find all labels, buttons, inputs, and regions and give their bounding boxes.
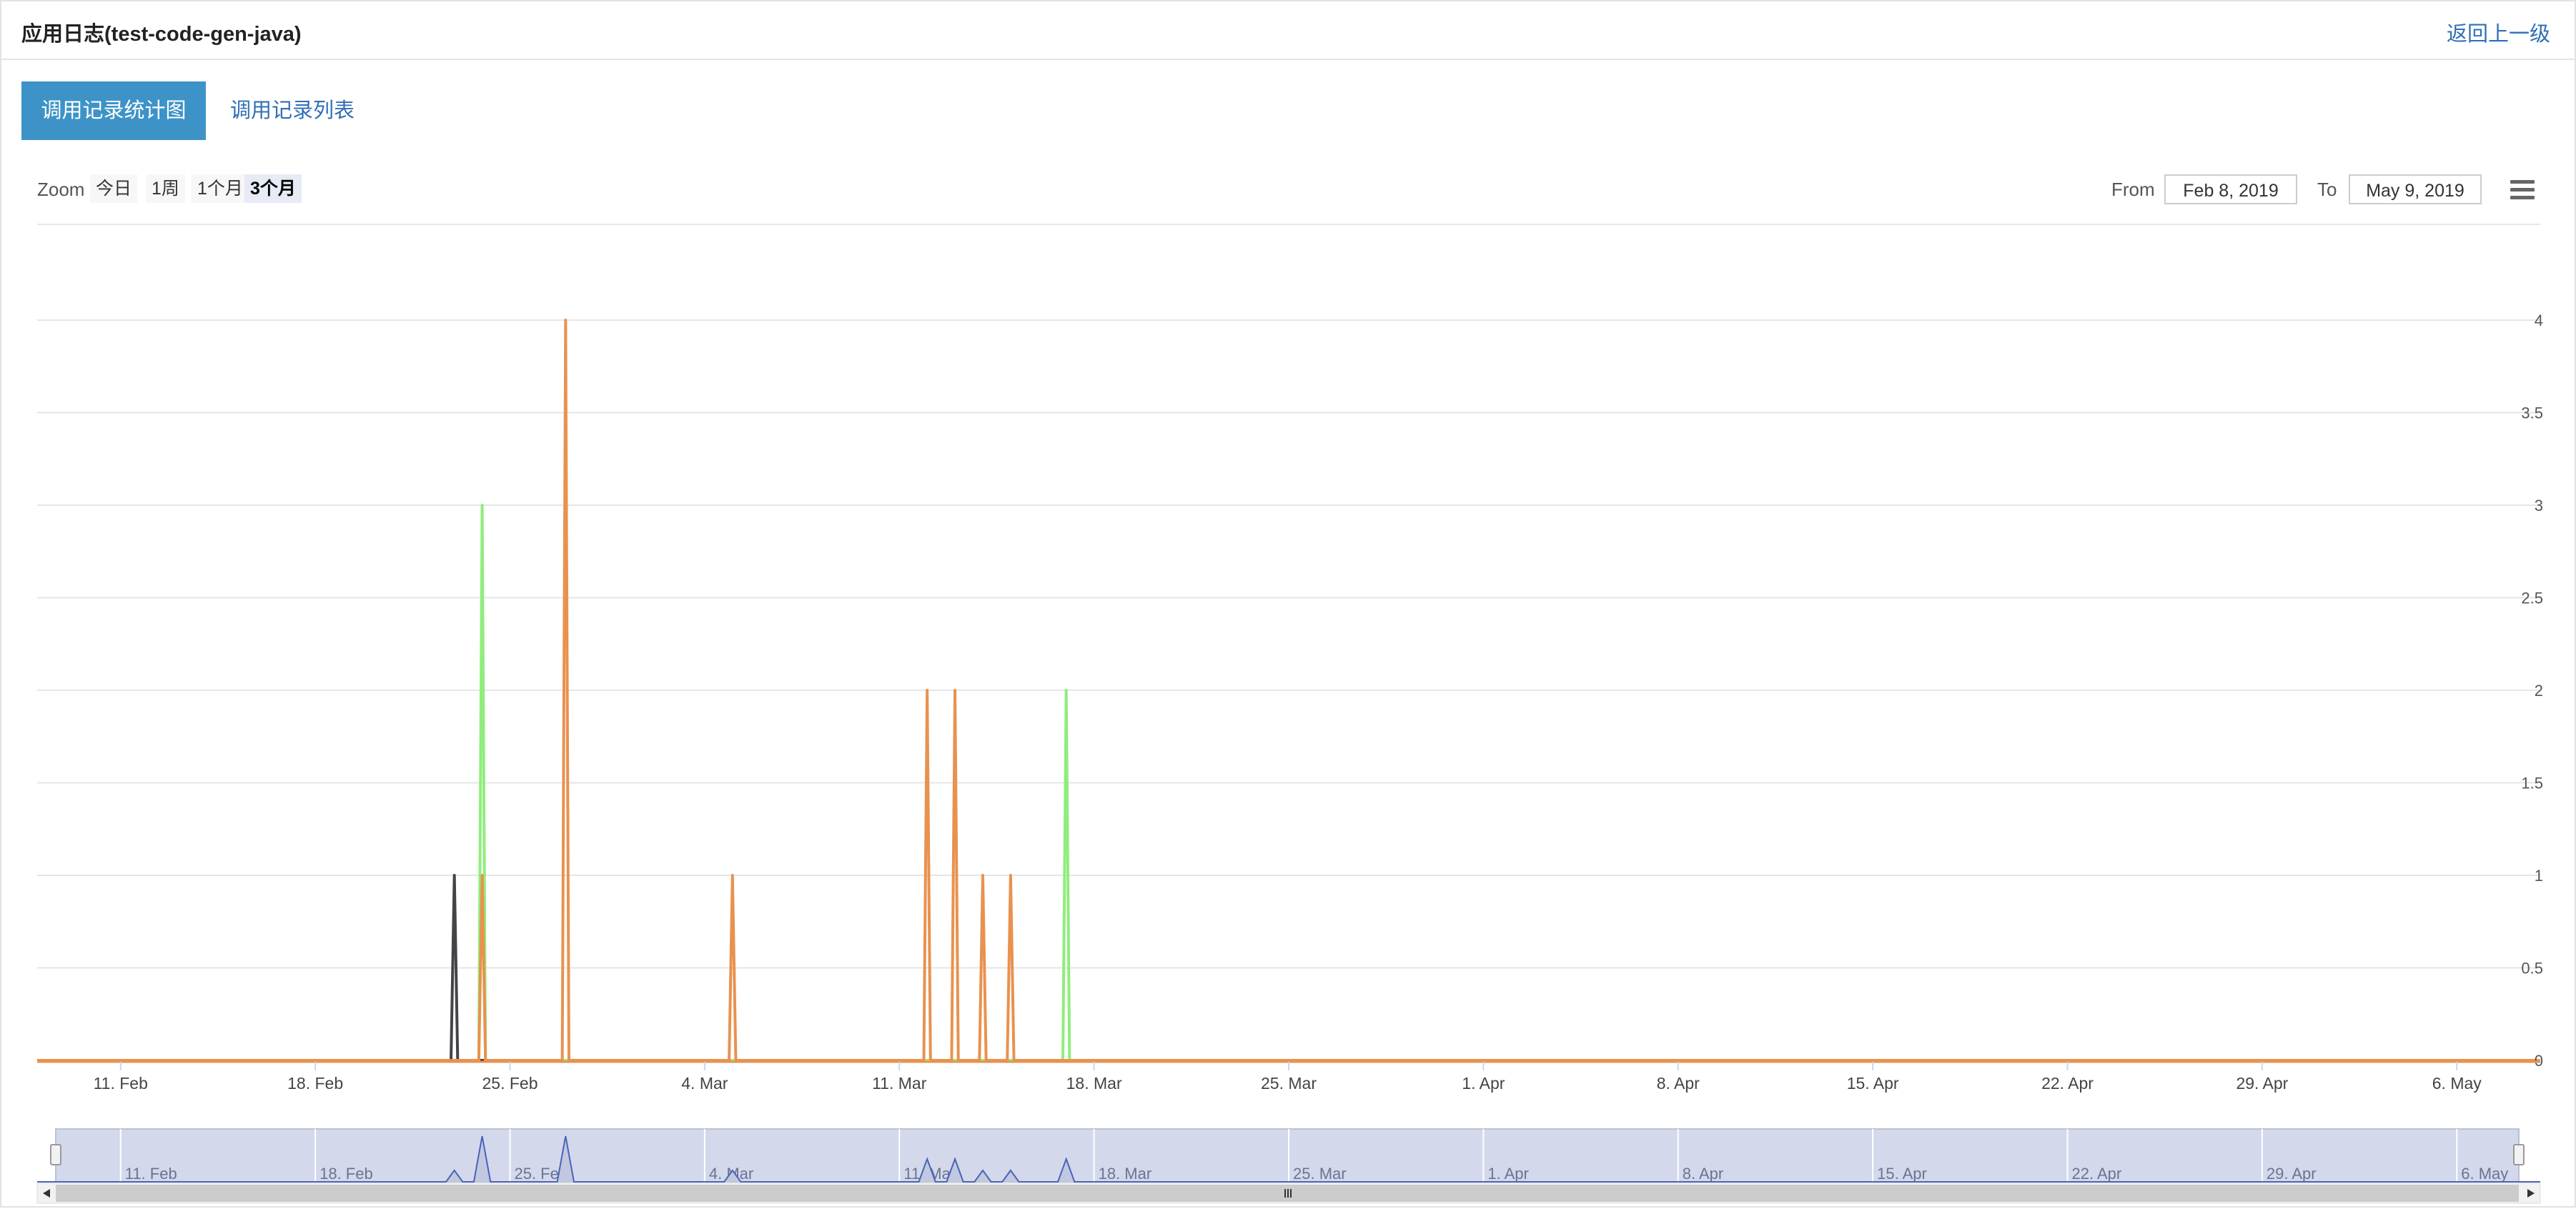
app-log-panel: 应用日志(test-code-gen-java) 返回上一级 调用记录统计图 调… — [0, 0, 2576, 1208]
y-tick-label: 2 — [2535, 682, 2543, 700]
data-point — [481, 875, 483, 876]
call-stats-chart: 00.511.522.533.5411. Feb18. Feb25. Feb4.… — [36, 224, 2543, 1204]
y-tick-label: 1.5 — [2521, 775, 2543, 792]
data-point — [926, 690, 928, 691]
y-tick-label: 0.5 — [2521, 960, 2543, 977]
data-point — [565, 319, 567, 321]
x-tick-label: 18. Mar — [1066, 1074, 1122, 1093]
navigator-tick-label: 6. May — [2461, 1165, 2508, 1183]
data-point — [453, 875, 455, 876]
x-tick-label: 11. Mar — [872, 1074, 927, 1093]
navigator-tick-label: 29. Apr — [2267, 1165, 2317, 1183]
y-tick-label: 1 — [2535, 867, 2543, 885]
x-tick-label: 18. Feb — [287, 1074, 343, 1093]
x-tick-label: 11. Feb — [94, 1074, 148, 1093]
data-point — [731, 875, 733, 876]
x-tick-label: 25. Feb — [482, 1074, 538, 1093]
navigator-tick-label: 8. Apr — [1683, 1165, 1723, 1183]
navigator-tick-label: 1. Apr — [1487, 1165, 1528, 1183]
data-point — [1065, 690, 1067, 691]
x-tick-label: 25. Mar — [1261, 1074, 1317, 1093]
navigator-handle — [2513, 1144, 2525, 1165]
data-point — [1009, 875, 1011, 876]
y-tick-label: 4 — [2535, 312, 2543, 329]
x-tick-label: 29. Apr — [2236, 1074, 2288, 1093]
x-tick-label: 6. May — [2432, 1074, 2482, 1093]
x-tick-label: 22. Apr — [2041, 1074, 2094, 1093]
navigator-tick-label: 18. Feb — [319, 1165, 373, 1183]
x-tick-label: 4. Mar — [681, 1074, 728, 1093]
navigator-tick-label: 11. Feb — [125, 1165, 177, 1183]
y-tick-label: 3.5 — [2521, 404, 2543, 422]
data-point — [981, 875, 984, 876]
navigator-tick-label: 25. Mar — [1293, 1165, 1347, 1183]
x-tick-label: 1. Apr — [1462, 1074, 1505, 1093]
navigator-handle — [50, 1144, 61, 1165]
x-tick-label: 15. Apr — [1847, 1074, 1899, 1093]
y-tick-label: 3 — [2535, 497, 2543, 514]
x-tick-label: 8. Apr — [1657, 1074, 1700, 1093]
navigator-tick-label: 18. Mar — [1099, 1165, 1152, 1183]
navigator-tick-label: 15. Apr — [1877, 1165, 1927, 1183]
navigator-tick-label: 22. Apr — [2072, 1165, 2122, 1183]
data-point — [954, 690, 956, 691]
y-tick-label: 2.5 — [2521, 589, 2543, 607]
navigator-range — [55, 1128, 2520, 1183]
data-point — [481, 504, 483, 506]
